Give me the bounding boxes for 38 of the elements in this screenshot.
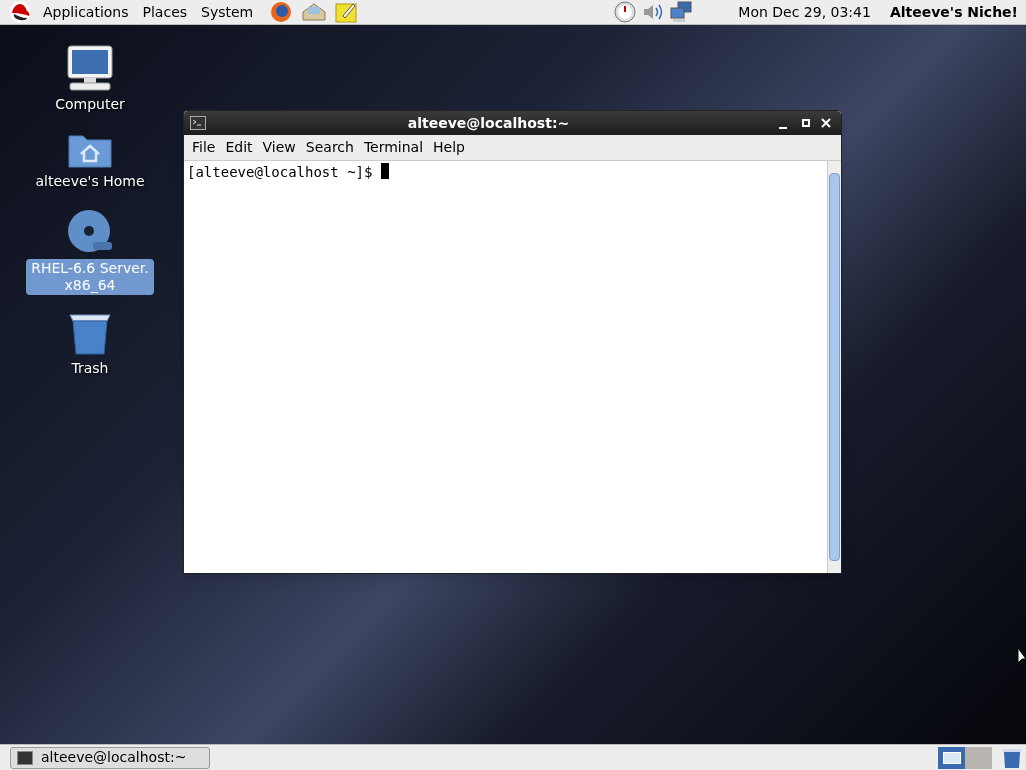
clock[interactable]: Mon Dec 29, 03:41 bbox=[738, 1, 871, 23]
panel-menu[interactable]: Applications bbox=[36, 1, 136, 23]
scrollbar[interactable] bbox=[827, 161, 841, 573]
window-title: alteeve@localhost:~ bbox=[406, 113, 571, 133]
trash-icon bbox=[68, 313, 112, 355]
browser-globe-icon[interactable] bbox=[270, 1, 293, 23]
computer-icon bbox=[66, 45, 114, 91]
maximize-button[interactable] bbox=[800, 117, 812, 129]
desktop-icon-label[interactable]: Computer bbox=[50, 95, 130, 114]
home-folder-icon bbox=[68, 132, 112, 168]
mouse-pointer-icon bbox=[1017, 647, 1026, 665]
panel-menu[interactable]: Places bbox=[135, 1, 195, 23]
user-name[interactable]: Alteeve's Niche! bbox=[889, 1, 1018, 23]
hat-logo-icon[interactable] bbox=[9, 1, 31, 23]
terminal-icon bbox=[17, 750, 33, 765]
menu-item[interactable]: File bbox=[187, 137, 221, 158]
menu-item[interactable]: Edit bbox=[220, 137, 258, 158]
speaker-icon[interactable] bbox=[642, 2, 665, 22]
workspace-switch[interactable] bbox=[965, 746, 992, 769]
close-icon[interactable] bbox=[821, 118, 831, 128]
menu-item[interactable]: Terminal bbox=[358, 137, 429, 158]
trash-icon[interactable] bbox=[1002, 746, 1022, 769]
panel-menu[interactable]: System bbox=[194, 1, 261, 23]
network-icon[interactable] bbox=[670, 1, 693, 23]
gauge-icon[interactable] bbox=[614, 1, 637, 23]
workspace-switch[interactable] bbox=[938, 746, 965, 769]
text-cursor bbox=[381, 163, 390, 179]
taskbar-button[interactable]: alteeve@localhost:~ bbox=[10, 746, 210, 769]
dvd-icon bbox=[67, 209, 113, 255]
shell-prompt: [alteeve@localhost ~]$ bbox=[187, 163, 373, 182]
mail-icon[interactable] bbox=[302, 2, 327, 22]
menu-item[interactable]: Search bbox=[300, 137, 359, 158]
desktop-icon-label[interactable]: Trash bbox=[66, 359, 114, 378]
terminal-icon bbox=[190, 116, 206, 130]
desktop-icon-label[interactable]: alteeve's Home bbox=[30, 172, 150, 191]
note-edit-icon[interactable] bbox=[335, 1, 358, 23]
menu-item[interactable]: Help bbox=[428, 137, 470, 158]
menu-item[interactable]: View bbox=[257, 137, 301, 158]
